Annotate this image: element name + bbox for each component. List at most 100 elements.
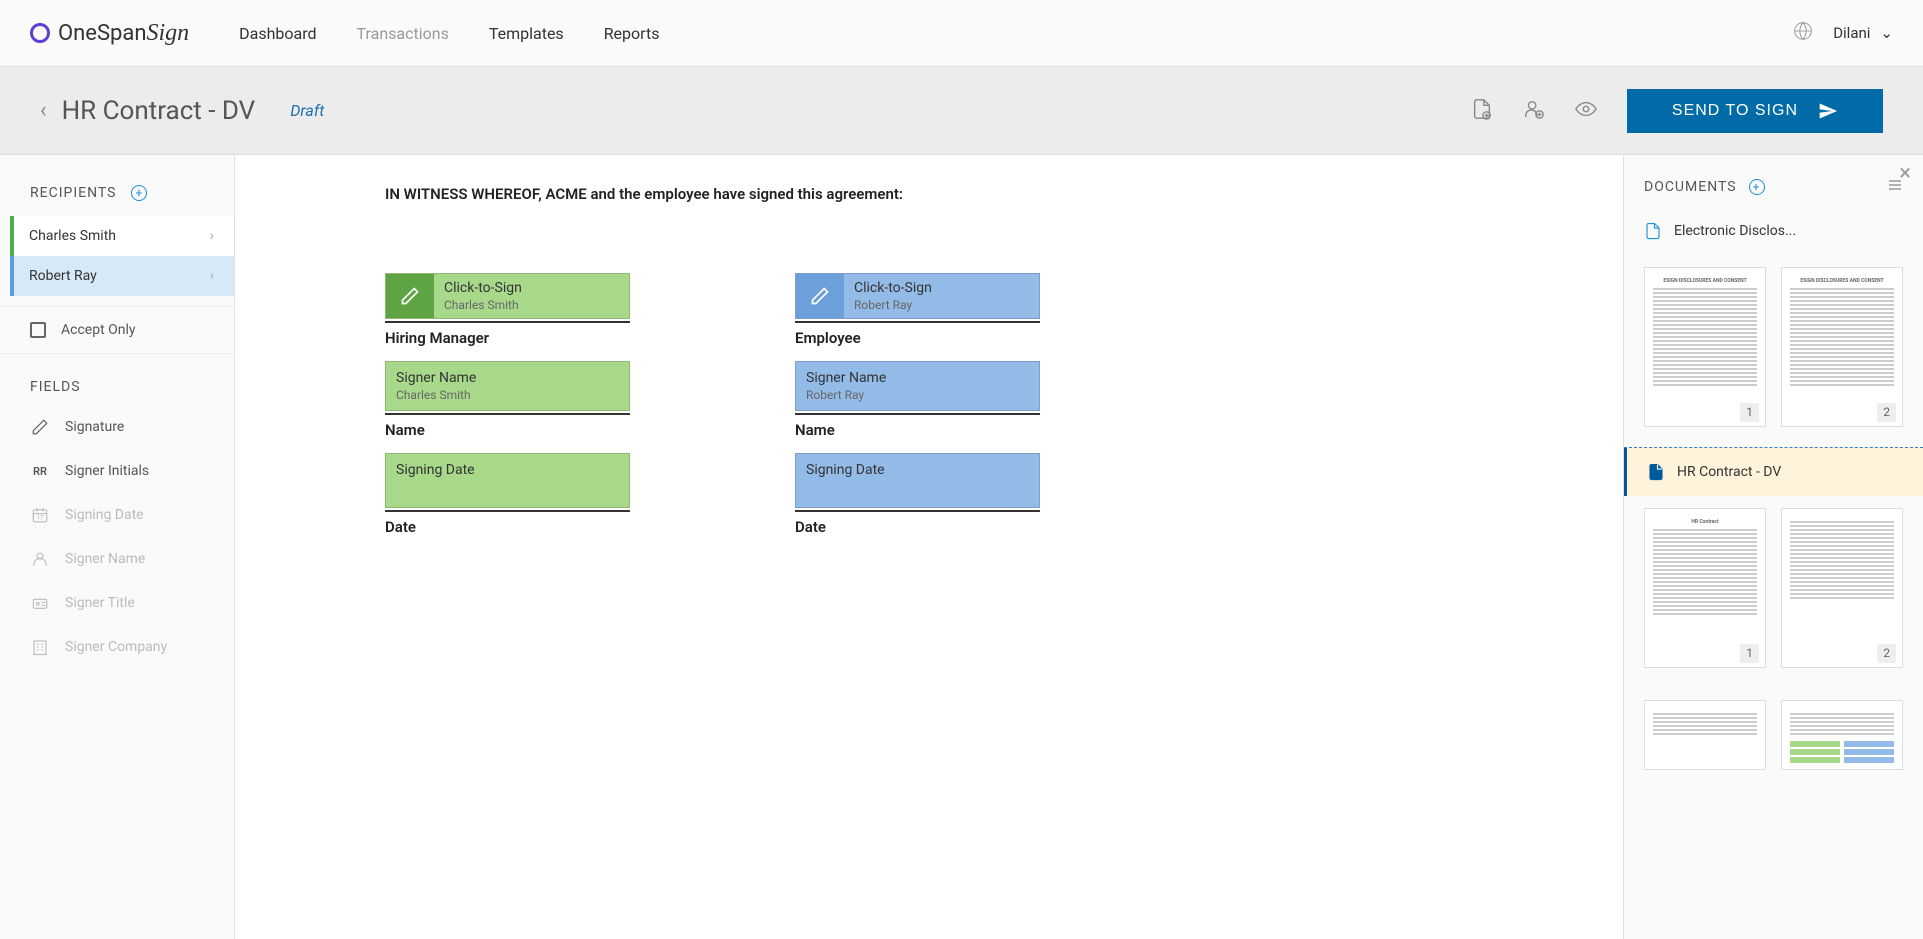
preview-icon[interactable] <box>1575 98 1597 124</box>
page-thumbnail[interactable] <box>1644 700 1766 770</box>
close-panel-button[interactable]: × <box>1899 161 1911 186</box>
document-canvas[interactable]: IN WITNESS WHEREOF, ACME and the employe… <box>235 155 1623 939</box>
page-title: HR Contract - DV <box>62 96 256 126</box>
accept-only-label: Accept Only <box>61 322 136 338</box>
add-recipient-button[interactable]: + <box>131 185 147 201</box>
recipients-header-label: RECIPIENTS <box>30 185 116 201</box>
pen-icon <box>30 417 50 437</box>
field-label: Signer Name <box>65 551 145 567</box>
signature-line <box>385 321 630 323</box>
field-label: Signing Date <box>806 462 1029 478</box>
signer-name-field[interactable]: Signer NameRobert Ray <box>795 361 1040 411</box>
add-document-button[interactable]: + <box>1749 179 1765 195</box>
signature-line <box>795 321 1040 323</box>
document-icon <box>1644 221 1662 241</box>
signer-name-field[interactable]: Signer NameCharles Smith <box>385 361 630 411</box>
page-number: 2 <box>1877 644 1896 663</box>
signature-column: Click-to-Sign Robert Ray Employee Signer Na… <box>795 273 1040 550</box>
recipient-name: Robert Ray <box>29 268 97 284</box>
field-item: 17 Signing Date <box>0 493 234 537</box>
left-panel: RECIPIENTS + Charles Smith › Robert Ray› A… <box>0 155 235 939</box>
status-badge: Draft <box>290 101 324 120</box>
documents-header-label: DOCUMENTS <box>1644 179 1737 195</box>
sig-field-label: Click-to-Sign <box>444 280 619 296</box>
page-thumbnail[interactable]: HR Contract1 <box>1644 508 1766 668</box>
page-thumbnail[interactable]: ESIGN DISCLOSURES AND CONSENT2 <box>1781 267 1903 427</box>
accept-only-checkbox[interactable] <box>30 322 46 338</box>
nav-transactions[interactable]: Transactions <box>357 24 449 43</box>
document-icon <box>1647 462 1665 482</box>
initials-icon: RR <box>30 461 50 481</box>
field-label: Signing Date <box>396 462 619 478</box>
document-row[interactable]: Electronic Disclos... <box>1624 207 1923 255</box>
field-item[interactable]: RR Signer Initials <box>0 449 234 493</box>
pen-icon <box>386 274 434 318</box>
nav-dashboard[interactable]: Dashboard <box>239 24 316 43</box>
document-add-icon[interactable] <box>1471 98 1493 124</box>
logo[interactable]: OneSpanSign <box>30 20 189 47</box>
click-to-sign-field[interactable]: Click-to-SignCharles Smith <box>385 273 630 319</box>
thumbnail-grid: ESIGN DISCLOSURES AND CONSENT1ESIGN DISC… <box>1624 255 1923 448</box>
nav-reports[interactable]: Reports <box>604 24 660 43</box>
date-caption: Date <box>385 518 630 536</box>
user-menu[interactable]: Dilani ⌄ <box>1833 24 1893 42</box>
recipient-add-icon[interactable] <box>1523 98 1545 124</box>
send-label: SEND TO SIGN <box>1672 102 1798 120</box>
send-to-sign-button[interactable]: SEND TO SIGN <box>1627 89 1883 133</box>
field-label: Signing Date <box>65 507 144 523</box>
chevron-down-icon: ⌄ <box>1880 24 1893 42</box>
fields-header: FIELDS <box>0 354 234 405</box>
accept-only-row[interactable]: Accept Only <box>0 306 234 354</box>
recipient-name: Charles Smith <box>29 228 116 244</box>
subheader: ‹ HR Contract - DV Draft SEND TO SIGN <box>0 67 1923 155</box>
nav-templates[interactable]: Templates <box>489 24 564 43</box>
page-number: 1 <box>1740 403 1759 422</box>
date-line <box>385 510 630 512</box>
topnav-right: Dilani ⌄ <box>1793 21 1893 45</box>
main: RECIPIENTS + Charles Smith › Robert Ray› A… <box>0 155 1923 939</box>
witness-text: IN WITNESS WHEREOF, ACME and the employe… <box>385 185 1573 203</box>
person-icon <box>30 549 50 569</box>
brand-suffix: Sign <box>146 20 189 46</box>
svg-text:17: 17 <box>37 515 44 522</box>
page-thumbnail[interactable]: 2 <box>1781 508 1903 668</box>
initials-icon: RR <box>33 465 47 478</box>
document-row[interactable]: HR Contract - DV <box>1624 448 1923 496</box>
pen-icon <box>796 274 844 318</box>
field-item: Signer Name <box>0 537 234 581</box>
click-to-sign-field[interactable]: Click-to-Sign Robert Ray <box>795 273 1040 319</box>
back-button[interactable]: ‹ <box>40 98 47 123</box>
field-label: Signature <box>65 419 124 435</box>
page-thumbnail[interactable]: ESIGN DISCLOSURES AND CONSENT1 <box>1644 267 1766 427</box>
field-label: Signer Name <box>806 370 1029 386</box>
chevron-right-icon: › <box>210 228 214 244</box>
calendar-icon: 17 <box>30 505 50 525</box>
signature-columns: Click-to-SignCharles SmithHiring Manager… <box>385 273 1573 550</box>
recipients-list: Charles Smith › Robert Ray› <box>0 216 234 296</box>
documents-list: Electronic Disclos...ESIGN DISCLOSURES A… <box>1624 207 1923 790</box>
top-nav: OneSpanSign Dashboard Transactions Templ… <box>0 0 1923 67</box>
nav-links: Dashboard Transactions Templates Reports <box>239 24 659 43</box>
name-line <box>795 413 1040 415</box>
logo-text: OneSpanSign <box>58 20 189 47</box>
signature-column: Click-to-SignCharles SmithHiring Manager… <box>385 273 630 550</box>
fields-list: Signature RR Signer Initials 17 Signing Date… <box>0 405 234 669</box>
field-item[interactable]: Signature <box>0 405 234 449</box>
field-label: Signer Initials <box>65 463 149 479</box>
sig-field-label: Click-to-Sign <box>854 280 1029 296</box>
role-label: Employee <box>795 329 1040 347</box>
page-number: 1 <box>1740 644 1759 663</box>
signing-date-field[interactable]: Signing Date <box>385 453 630 508</box>
date-caption: Date <box>795 518 1040 536</box>
name-caption: Name <box>385 421 630 439</box>
recipient-item[interactable]: Charles Smith › <box>10 216 234 256</box>
field-value: Charles Smith <box>396 388 619 402</box>
field-item: Signer Company <box>0 625 234 669</box>
badge-icon <box>30 593 50 613</box>
sig-field-signer: Robert Ray <box>854 298 1029 312</box>
subheader-actions: SEND TO SIGN <box>1471 89 1883 133</box>
globe-icon[interactable] <box>1793 21 1813 45</box>
signing-date-field[interactable]: Signing Date <box>795 453 1040 508</box>
recipient-item[interactable]: Robert Ray› <box>10 256 234 296</box>
page-thumbnail[interactable] <box>1781 700 1903 770</box>
